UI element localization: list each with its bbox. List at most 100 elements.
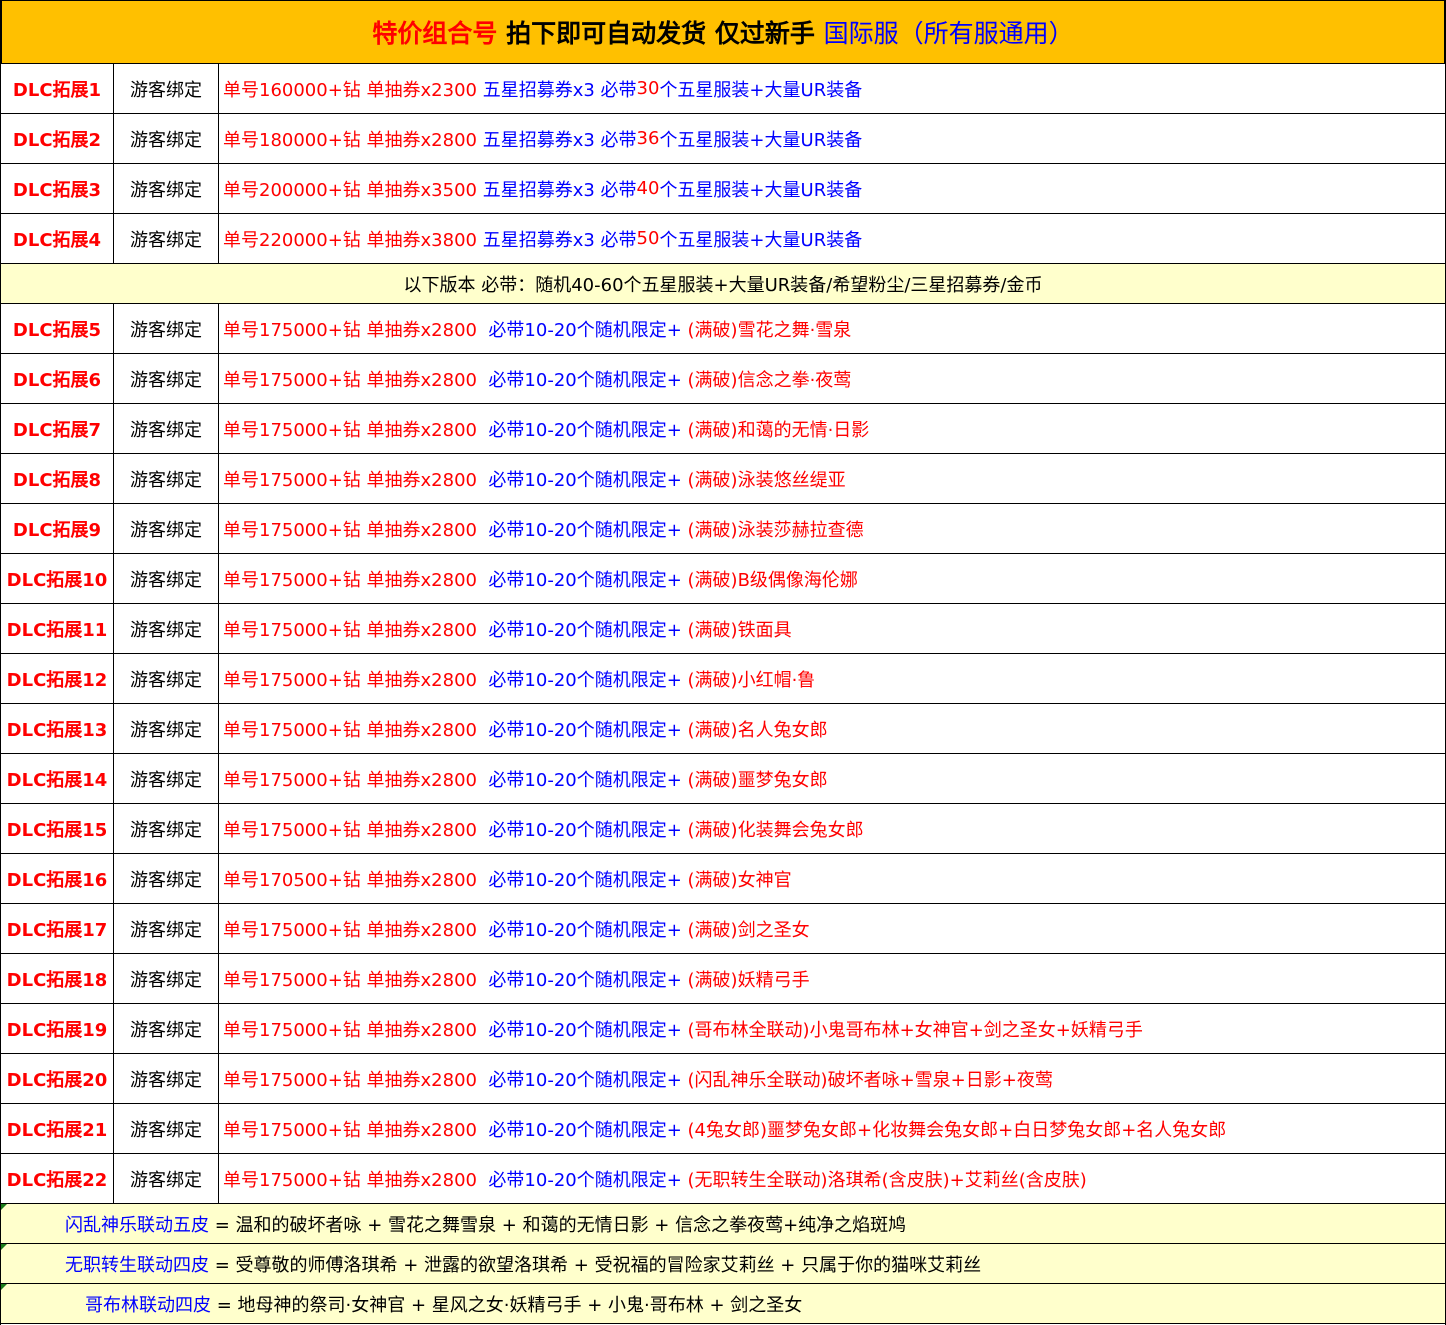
details-currency: 单号175000+钻 单抽券x2800 xyxy=(223,769,489,791)
table-row: DLC拓展18 游客绑定 单号175000+钻 单抽券x2800 必带10-20个随… xyxy=(1,954,1445,1004)
details-limited: (满破)名人兔女郎 xyxy=(681,719,828,741)
table-row: DLC拓展8 游客绑定 单号175000+钻 单抽券x2800 必带10-20个随机… xyxy=(1,454,1445,504)
product-name: DLC拓展2 xyxy=(1,114,114,163)
details-guarantee: 必带10-20个随机限定+ xyxy=(488,369,682,391)
group-b-note: 以下版本 必带：随机40-60个五星服装+大量UR装备/希望粉尘/三星招募券/金… xyxy=(1,264,1445,304)
details-currency: 单号180000+钻 单抽券x2800 xyxy=(223,129,483,151)
details-limited: (满破)小红帽·鲁 xyxy=(681,669,816,691)
details-count: 40 xyxy=(636,178,660,199)
product-name: DLC拓展13 xyxy=(1,704,114,753)
table-row: DLC拓展22 游客绑定 单号175000+钻 单抽券x2800 必带10-20个随… xyxy=(1,1154,1445,1204)
details-tickets: 五星招募券x3 必带 xyxy=(482,129,637,151)
table-row: DLC拓展20 游客绑定 单号175000+钻 单抽券x2800 必带10-20个随… xyxy=(1,1054,1445,1104)
details-limited: (满破)剑之圣女 xyxy=(681,919,810,941)
binding-type: 游客绑定 xyxy=(114,654,219,703)
product-details: 单号200000+钻 单抽券x3500 五星招募券x3 必带 40 个五星服装+大量… xyxy=(219,164,1445,213)
details-limited: (4兔女郎)噩梦兔女郎+化妆舞会兔女郎+白日梦兔女郎+名人兔女郎 xyxy=(681,1119,1227,1141)
details-limited: (满破)B级偶像海伦娜 xyxy=(681,569,858,591)
details-guarantee: 必带10-20个随机限定+ xyxy=(488,819,682,841)
details-currency: 单号175000+钻 单抽券x2800 xyxy=(223,969,489,991)
product-details: 单号175000+钻 单抽券x2800 必带10-20个随机限定+ (满破)雪花… xyxy=(219,304,1445,353)
details-guarantee: 必带10-20个随机限定+ xyxy=(488,319,682,341)
details-currency: 单号160000+钻 单抽券x2300 xyxy=(223,79,483,101)
product-name: DLC拓展10 xyxy=(1,554,114,603)
product-details: 单号175000+钻 单抽券x2800 必带10-20个随机限定+ (满破)妖精… xyxy=(219,954,1445,1003)
details-guarantee: 必带10-20个随机限定+ xyxy=(488,1169,682,1191)
cell-corner-marker xyxy=(1,1284,7,1290)
collab-row: 闪乱神乐联动五皮 = 温和的破坏者咏 + 雪花之舞雪泉 + 和蔼的无情日影 + … xyxy=(1,1204,1445,1244)
details-limited: (满破)女神官 xyxy=(681,869,792,891)
binding-type: 游客绑定 xyxy=(114,1054,219,1103)
details-currency: 单号175000+钻 单抽券x2800 xyxy=(223,1119,489,1141)
cell-corner-marker xyxy=(1,1244,7,1250)
table-row: DLC拓展11 游客绑定 单号175000+钻 单抽券x2800 必带10-20个随… xyxy=(1,604,1445,654)
table-row: DLC拓展10 游客绑定 单号175000+钻 单抽券x2800 必带10-20个随… xyxy=(1,554,1445,604)
details-limited: (满破)铁面具 xyxy=(681,619,792,641)
product-name: DLC拓展18 xyxy=(1,954,114,1003)
details-currency: 单号170500+钻 单抽券x2800 xyxy=(223,869,489,891)
product-details: 单号175000+钻 单抽券x2800 必带10-20个随机限定+ (哥布林全联… xyxy=(219,1004,1445,1053)
binding-type: 游客绑定 xyxy=(114,1104,219,1153)
binding-type: 游客绑定 xyxy=(114,854,219,903)
table-row: DLC拓展2 游客绑定 单号180000+钻 单抽券x2800 五星招募券x3 必带… xyxy=(1,114,1445,164)
product-name: DLC拓展16 xyxy=(1,854,114,903)
product-details: 单号180000+钻 单抽券x2800 五星招募券x3 必带 36 个五星服装+大量… xyxy=(219,114,1445,163)
header-middle: 拍下即可自动发货 仅过新手 xyxy=(497,19,824,48)
collab-contents: = 受尊敬的师傅洛琪希 + 泄露的欲望洛琪希 + 受祝福的冒险家艾莉丝 + 只属… xyxy=(209,1254,982,1276)
details-count: 36 xyxy=(636,128,660,149)
product-name: DLC拓展5 xyxy=(1,304,114,353)
product-details: 单号160000+钻 单抽券x2300 五星招募券x3 必带 30 个五星服装+大量… xyxy=(219,64,1445,113)
details-tickets: 五星招募券x3 必带 xyxy=(482,79,637,101)
details-guarantee: 必带10-20个随机限定+ xyxy=(488,969,682,991)
collab-contents: = 温和的破坏者咏 + 雪花之舞雪泉 + 和蔼的无情日影 + 信念之拳夜莺+纯净… xyxy=(209,1214,907,1236)
table-row: DLC拓展17 游客绑定 单号175000+钻 单抽券x2800 必带10-20个随… xyxy=(1,904,1445,954)
table-row: DLC拓展12 游客绑定 单号175000+钻 单抽券x2800 必带10-20个随… xyxy=(1,654,1445,704)
binding-type: 游客绑定 xyxy=(114,114,219,163)
details-currency: 单号175000+钻 单抽券x2800 xyxy=(223,569,489,591)
details-currency: 单号175000+钻 单抽券x2800 xyxy=(223,469,489,491)
details-currency: 单号175000+钻 单抽券x2800 xyxy=(223,1069,489,1091)
details-items: 个五星服装+大量UR装备 xyxy=(659,129,863,151)
product-name: DLC拓展17 xyxy=(1,904,114,953)
binding-type: 游客绑定 xyxy=(114,604,219,653)
binding-type: 游客绑定 xyxy=(114,754,219,803)
binding-type: 游客绑定 xyxy=(114,554,219,603)
details-limited: (满破)信念之拳·夜莺 xyxy=(681,369,852,391)
product-name: DLC拓展22 xyxy=(1,1154,114,1203)
binding-type: 游客绑定 xyxy=(114,354,219,403)
table-row: DLC拓展19 游客绑定 单号175000+钻 单抽券x2800 必带10-20个随… xyxy=(1,1004,1445,1054)
details-currency: 单号220000+钻 单抽券x3800 xyxy=(223,229,483,251)
product-details: 单号175000+钻 单抽券x2800 必带10-20个随机限定+ (满破)名人… xyxy=(219,704,1445,753)
details-guarantee: 必带10-20个随机限定+ xyxy=(488,569,682,591)
table-row: DLC拓展21 游客绑定 单号175000+钻 单抽券x2800 必带10-20个随… xyxy=(1,1104,1445,1154)
binding-type: 游客绑定 xyxy=(114,804,219,853)
header-server: 国际服（所有服通用） xyxy=(823,19,1074,48)
group-a-rows: DLC拓展1 游客绑定 单号160000+钻 单抽券x2300 五星招募券x3 必带… xyxy=(1,64,1445,264)
details-items: 个五星服装+大量UR装备 xyxy=(659,79,863,101)
details-currency: 单号175000+钻 单抽券x2800 xyxy=(223,719,489,741)
product-details: 单号175000+钻 单抽券x2800 必带10-20个随机限定+ (满破)信念… xyxy=(219,354,1445,403)
details-limited: (闪乱神乐全联动)破坏者咏+雪泉+日影+夜莺 xyxy=(681,1069,1053,1091)
collab-name: 哥布林联动四皮 xyxy=(85,1294,211,1316)
details-currency: 单号175000+钻 单抽券x2800 xyxy=(223,419,489,441)
product-name: DLC拓展1 xyxy=(1,64,114,113)
details-currency: 单号175000+钻 单抽券x2800 xyxy=(223,669,489,691)
details-currency: 单号175000+钻 单抽券x2800 xyxy=(223,619,489,641)
details-tickets: 五星招募券x3 必带 xyxy=(482,229,637,251)
table-row: DLC拓展9 游客绑定 单号175000+钻 单抽券x2800 必带10-20个随机… xyxy=(1,504,1445,554)
product-name: DLC拓展21 xyxy=(1,1104,114,1153)
product-name: DLC拓展4 xyxy=(1,214,114,263)
table-row: DLC拓展5 游客绑定 单号175000+钻 单抽券x2800 必带10-20个随机… xyxy=(1,304,1445,354)
details-limited: (满破)泳装悠丝缇亚 xyxy=(681,469,846,491)
table-row: DLC拓展14 游客绑定 单号175000+钻 单抽券x2800 必带10-20个随… xyxy=(1,754,1445,804)
product-name: DLC拓展12 xyxy=(1,654,114,703)
binding-type: 游客绑定 xyxy=(114,904,219,953)
details-items: 个五星服装+大量UR装备 xyxy=(659,179,863,201)
table-row: DLC拓展6 游客绑定 单号175000+钻 单抽券x2800 必带10-20个随机… xyxy=(1,354,1445,404)
binding-type: 游客绑定 xyxy=(114,164,219,213)
product-details: 单号175000+钻 单抽券x2800 必带10-20个随机限定+ (闪乱神乐全… xyxy=(219,1054,1445,1103)
binding-type: 游客绑定 xyxy=(114,504,219,553)
details-currency: 单号175000+钻 单抽券x2800 xyxy=(223,319,489,341)
product-details: 单号175000+钻 单抽券x2800 必带10-20个随机限定+ (满破)泳装… xyxy=(219,504,1445,553)
collab-row: 哥布林联动四皮 = 地母神的祭司·女神官 + 星风之女·妖精弓手 + 小鬼·哥布… xyxy=(1,1284,1445,1324)
